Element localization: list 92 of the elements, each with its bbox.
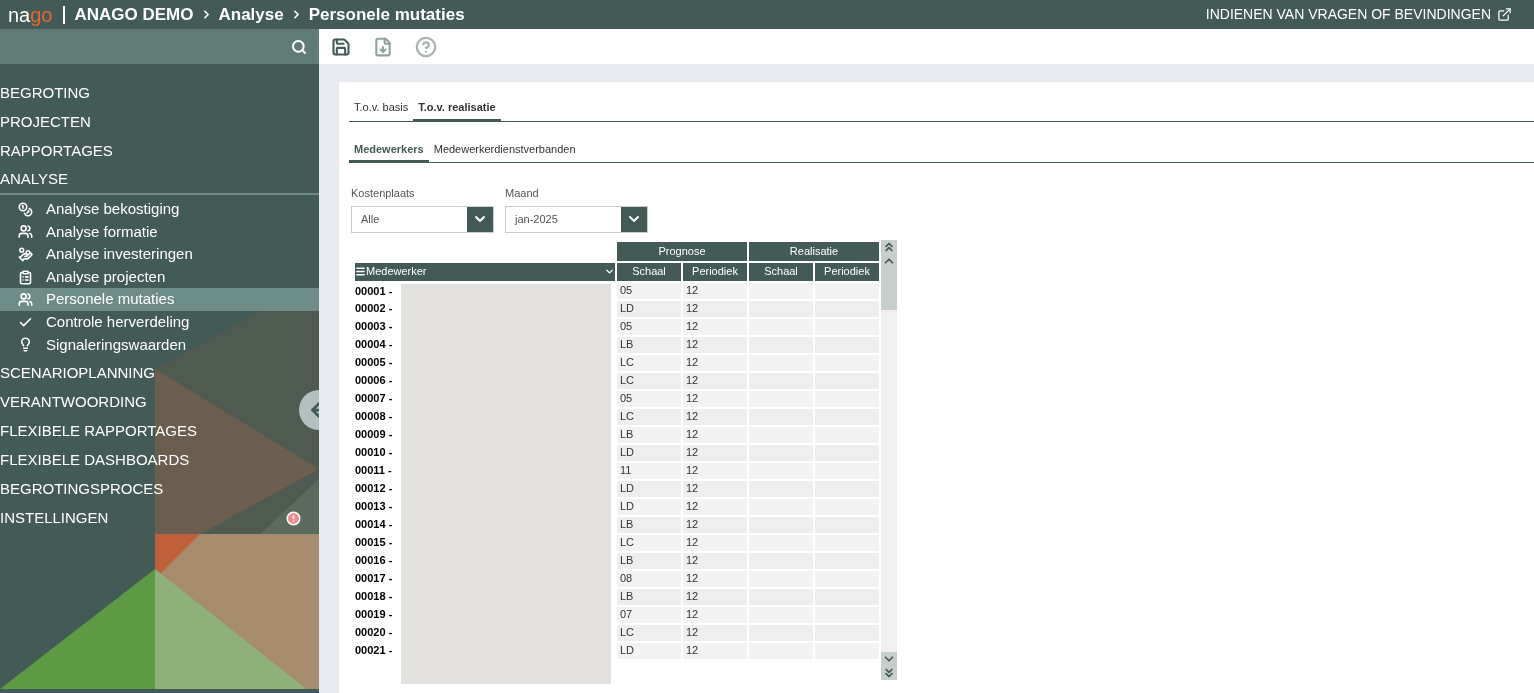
table-cell: LD xyxy=(616,443,682,462)
nav-subitem[interactable]: Analyse formatie xyxy=(0,220,319,244)
nav-item[interactable]: RAPPORTAGES xyxy=(0,140,113,163)
table-cell: 12 xyxy=(682,515,748,534)
breadcrumb-item[interactable]: ANAGO DEMO xyxy=(74,1,194,28)
table-cell: 12 xyxy=(682,551,748,570)
dropdown[interactable]: Alle xyxy=(351,205,494,233)
table-cell: LC xyxy=(616,371,682,390)
table-cell: 12 xyxy=(682,335,748,354)
save-icon[interactable] xyxy=(331,36,351,57)
menu-icon xyxy=(355,266,366,277)
filter-label: Maand xyxy=(505,186,540,201)
nav-subitem[interactable]: Analyse investeringen xyxy=(0,243,319,266)
table-cell: 12 xyxy=(682,461,748,480)
nav-subitem[interactable]: Controle herverdeling xyxy=(0,310,319,334)
download-file-icon[interactable] xyxy=(373,36,393,57)
table-cell: LB xyxy=(616,515,682,534)
column-header: Periodiek xyxy=(814,261,880,282)
table-cell: 12 xyxy=(682,317,748,336)
table-cell: 12 xyxy=(682,533,748,552)
coins-icon xyxy=(18,201,33,217)
nav-item[interactable]: FLEXIBELE RAPPORTAGES xyxy=(0,420,197,443)
column-header: Schaal xyxy=(616,261,682,282)
tab[interactable]: Medewerkerdienstverbanden xyxy=(428,137,581,162)
breadcrumb-item[interactable]: Analyse xyxy=(218,1,284,28)
table-cell: LC xyxy=(616,407,682,426)
table-cell: LB xyxy=(616,335,682,354)
column-header: Schaal xyxy=(748,261,814,282)
search-icon[interactable] xyxy=(291,38,307,55)
table-cell: 12 xyxy=(682,641,748,660)
column-group-header: Prognose xyxy=(616,241,748,262)
table-cell: 12 xyxy=(682,407,748,426)
table-cell: LD xyxy=(616,479,682,498)
feedback-link[interactable]: INDIENEN VAN VRAGEN OF BEVINDINGEN xyxy=(1205,4,1512,25)
table-cell: LC xyxy=(616,353,682,372)
dropdown[interactable]: jan-2025 xyxy=(505,205,648,233)
table-cell: LC xyxy=(616,623,682,642)
nav-subitem[interactable]: Personele mutaties xyxy=(0,288,319,311)
users-icon xyxy=(18,292,33,308)
nav-item[interactable]: FLEXIBELE DASHBOARDS xyxy=(0,449,190,472)
caret-icon xyxy=(604,266,615,277)
table-cell: 12 xyxy=(682,371,748,390)
logo: nago xyxy=(8,4,53,25)
table-cell: LD xyxy=(616,299,682,318)
lightbulb-icon xyxy=(18,337,33,353)
table-cell: LB xyxy=(616,551,682,570)
column-header[interactable]: Medewerker xyxy=(354,261,616,282)
nav-item[interactable]: VERANTWOORDING xyxy=(0,391,147,414)
column-group-header: Realisatie xyxy=(748,241,880,262)
nav-item[interactable]: BEGROTINGSPROCES xyxy=(0,478,164,501)
nav-item[interactable]: ANALYSE xyxy=(0,168,69,191)
table-cell: 12 xyxy=(682,479,748,498)
table-cell: 12 xyxy=(682,569,748,588)
table-cell: 05 xyxy=(616,281,682,300)
nav-item[interactable]: BEGROTING xyxy=(0,82,90,105)
table-cell: 11 xyxy=(616,461,682,480)
scrollbar[interactable] xyxy=(881,239,897,680)
table-cell: 12 xyxy=(682,353,748,372)
filter-label: Kostenplaats xyxy=(351,186,416,201)
nav-subitem[interactable]: Signaleringswaarden xyxy=(0,333,319,357)
tab[interactable]: T.o.v. realisatie xyxy=(413,96,501,121)
tab[interactable]: Medewerkers xyxy=(349,137,429,162)
table-cell: 12 xyxy=(682,605,748,624)
table-cell: 12 xyxy=(682,497,748,516)
table-cell: 12 xyxy=(682,281,748,300)
clipboard-icon xyxy=(18,269,33,285)
nav-item[interactable]: SCENARIOPLANNING xyxy=(0,362,156,385)
nav-item[interactable]: INSTELLINGEN xyxy=(0,507,109,530)
table-cell: LB xyxy=(616,587,682,606)
users-icon xyxy=(18,224,33,240)
table-cell: 12 xyxy=(682,623,748,642)
breadcrumb-item: Personele mutaties xyxy=(308,3,465,26)
hand-coins-icon xyxy=(18,247,33,262)
table-cell: 07 xyxy=(616,605,682,624)
external-link-icon xyxy=(1497,7,1512,22)
table-cell: 05 xyxy=(616,317,682,336)
nav-subitem[interactable]: Analyse bekostiging xyxy=(0,198,319,221)
table-cell: LD xyxy=(616,497,682,516)
table-cell: 12 xyxy=(682,587,748,606)
table-cell: LB xyxy=(616,425,682,444)
column-header: Periodiek xyxy=(682,261,748,282)
table-cell: 12 xyxy=(682,443,748,462)
tab[interactable]: T.o.v. basis xyxy=(349,96,414,121)
table-cell: 08 xyxy=(616,569,682,588)
nav-item[interactable]: PROJECTEN xyxy=(0,111,91,134)
nav-subitem[interactable]: Analyse projecten xyxy=(0,265,319,289)
table-cell: 12 xyxy=(682,299,748,318)
table-cell: 12 xyxy=(682,389,748,408)
table-cell: LC xyxy=(616,533,682,552)
table-cell: LD xyxy=(616,641,682,660)
table-cell: 12 xyxy=(682,425,748,444)
table-cell: 05 xyxy=(616,389,682,408)
